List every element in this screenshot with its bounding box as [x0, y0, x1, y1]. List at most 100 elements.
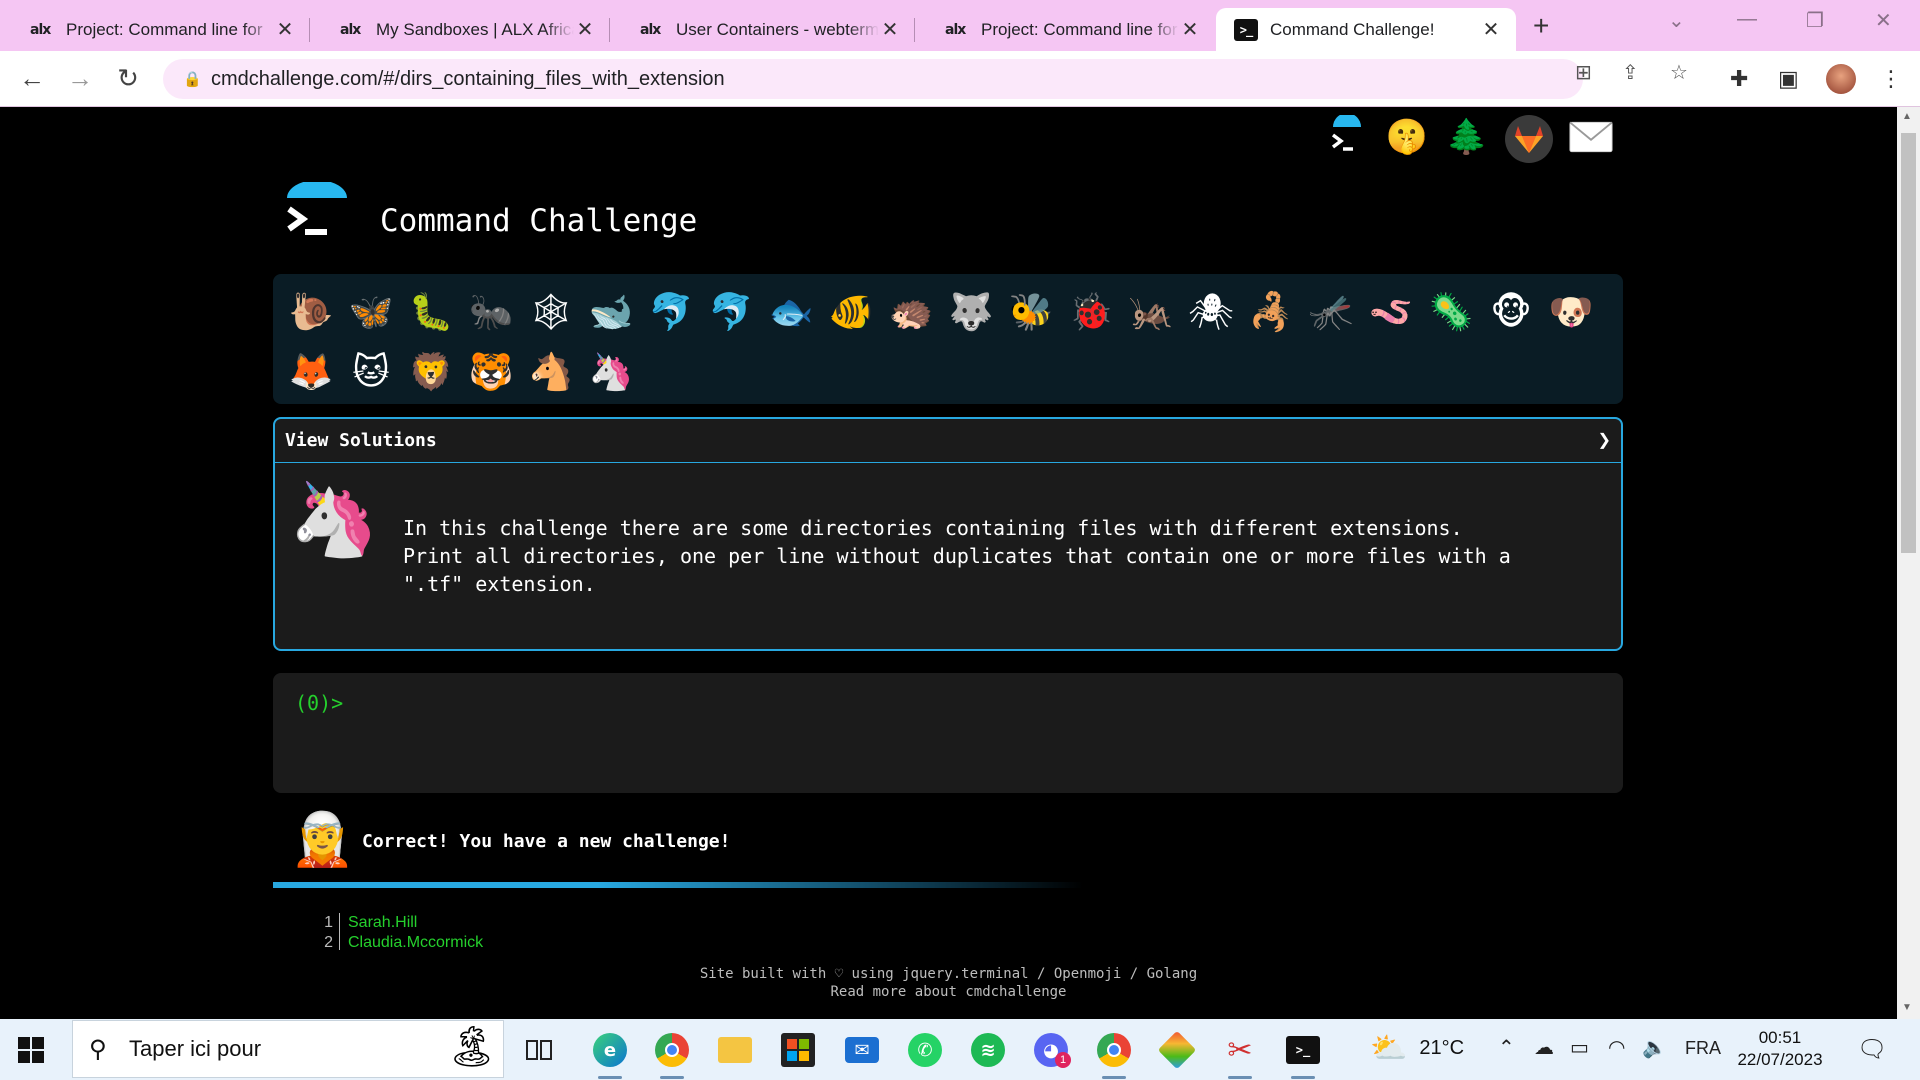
output-value: Sarah.Hill	[348, 914, 418, 931]
animal-icon[interactable]: 🐵	[1481, 282, 1541, 342]
weather-widget[interactable]: ⛅ 21°C	[1370, 1031, 1464, 1066]
scroll-down-icon[interactable]: ▼	[1902, 1002, 1912, 1013]
onedrive-cloud-icon[interactable]: ☁	[1534, 1035, 1554, 1060]
animal-icon[interactable]: 🦄	[581, 342, 641, 402]
animal-icon[interactable]: 🐛	[401, 282, 461, 342]
reload-icon[interactable]: ↻	[110, 63, 146, 94]
extensions-icon[interactable]: ✚	[1730, 66, 1748, 92]
animal-icon[interactable]: 🦟	[1301, 282, 1361, 342]
file-explorer-icon[interactable]	[715, 1030, 755, 1070]
animal-icon[interactable]: 🦁	[401, 342, 461, 402]
notification-center-icon[interactable]: 🗨	[1857, 1035, 1887, 1064]
animal-icon[interactable]: 🦠	[1421, 282, 1481, 342]
unicorn-icon: 🦄	[289, 480, 379, 560]
translate-icon[interactable]: ⊞	[1575, 60, 1592, 85]
animal-icon[interactable]: 🕸	[521, 282, 581, 342]
chrome-icon[interactable]	[652, 1030, 692, 1079]
view-solutions-label[interactable]: View Solutions	[285, 430, 437, 451]
volume-icon[interactable]: 🔈	[1642, 1035, 1667, 1060]
animal-icon[interactable]: 🦂	[1241, 282, 1301, 342]
close-tab-icon[interactable]: ✕	[1480, 17, 1502, 42]
discord-icon[interactable]: ◕ 1	[1031, 1030, 1071, 1070]
footer-credits[interactable]: Site built with ♡ using jquery.terminal …	[0, 965, 1897, 983]
url-text[interactable]: cmdchallenge.com/#/dirs_containing_files…	[211, 68, 725, 91]
footer-about-link[interactable]: Read more about cmdchallenge	[0, 983, 1897, 1001]
animal-icon[interactable]: 🐺	[941, 282, 1001, 342]
windows-start-icon[interactable]	[18, 1037, 44, 1063]
animal-icon[interactable]: 🐝	[1001, 282, 1061, 342]
side-panel-icon[interactable]: ▣	[1778, 66, 1799, 92]
animal-icon[interactable]: 🦊	[281, 342, 341, 402]
edge-icon[interactable]: e	[590, 1030, 630, 1079]
share-icon[interactable]: ⇪	[1622, 60, 1639, 85]
animal-icon[interactable]: 🪱	[1361, 282, 1421, 342]
animal-icon[interactable]: 🐜	[461, 282, 521, 342]
bookmark-star-icon[interactable]: ☆	[1670, 60, 1688, 85]
close-tab-icon[interactable]: ✕	[879, 17, 901, 42]
restore-icon[interactable]: ❐	[1806, 8, 1824, 33]
mail-icon[interactable]: ✉	[842, 1030, 882, 1070]
forward-icon[interactable]: →	[62, 63, 98, 94]
envelope-icon[interactable]	[1569, 115, 1613, 159]
tree-icon[interactable]: 🌲	[1445, 115, 1489, 159]
close-tab-icon[interactable]: ✕	[574, 17, 596, 42]
animal-icon[interactable]: 🐠	[821, 282, 881, 342]
animal-icon[interactable]: 🐯	[461, 342, 521, 402]
animal-icon[interactable]: 🐶	[1541, 282, 1601, 342]
scrollbar-thumb[interactable]	[1901, 133, 1916, 553]
tab-project-command-line-2[interactable]: alx Project: Command line for ✕	[915, 8, 1215, 51]
terminal-icon[interactable]	[1325, 115, 1369, 159]
chevron-right-icon[interactable]: ❯	[1598, 428, 1611, 453]
tab-my-sandboxes[interactable]: alx My Sandboxes | ALX Africa ✕	[310, 8, 610, 51]
back-icon[interactable]: ←	[14, 63, 50, 94]
snipping-tool-icon[interactable]: ✂	[1220, 1030, 1260, 1079]
output-line: 1 Sarah.Hill	[320, 913, 720, 933]
terminal-input[interactable]: (0)>	[273, 673, 1623, 793]
microsoft-store-icon[interactable]	[778, 1030, 818, 1070]
system-clock[interactable]: 00:51 22/07/2023	[1730, 1027, 1830, 1071]
tab-title: Project: Command line for	[66, 19, 263, 39]
taskbar-search[interactable]: ⚲ Taper ici pour 🏝	[72, 1020, 504, 1078]
animal-icon[interactable]: 🦋	[341, 282, 401, 342]
animal-icon[interactable]: 🐌	[281, 282, 341, 342]
animal-icon[interactable]: 🐬	[641, 282, 701, 342]
battery-icon[interactable]: ▭	[1570, 1035, 1589, 1060]
animal-icon[interactable]: 🐋	[581, 282, 641, 342]
view-solutions-toggle[interactable]: View Solutions ❯	[275, 419, 1621, 463]
animal-icon[interactable]: 🐬	[701, 282, 761, 342]
terminal-app-icon[interactable]: >_	[1283, 1030, 1323, 1079]
language-indicator[interactable]: FRA	[1685, 1038, 1721, 1059]
animal-icon[interactable]: 🦗	[1121, 282, 1181, 342]
minimize-icon[interactable]: —	[1737, 8, 1757, 31]
git-icon[interactable]	[1157, 1030, 1197, 1070]
close-window-icon[interactable]: ✕	[1875, 8, 1892, 33]
gitlab-icon[interactable]	[1505, 115, 1553, 163]
task-view-icon[interactable]	[520, 1030, 560, 1070]
animal-icon[interactable]: 🐟	[761, 282, 821, 342]
whatsapp-icon[interactable]: ✆	[905, 1030, 945, 1070]
wifi-icon[interactable]: ◠	[1608, 1035, 1625, 1060]
animal-icon[interactable]: 🦔	[881, 282, 941, 342]
tab-project-command-line[interactable]: alx Project: Command line for ✕	[0, 8, 310, 51]
profile-avatar[interactable]	[1826, 64, 1856, 94]
close-tab-icon[interactable]: ✕	[1179, 17, 1201, 42]
new-tab-button[interactable]: +	[1533, 10, 1549, 42]
result-text: Correct! You have a new challenge!	[362, 830, 731, 852]
chevron-up-icon[interactable]: ⌃	[1498, 1035, 1515, 1060]
animal-icon[interactable]: 🐴	[521, 342, 581, 402]
menu-kebab-icon[interactable]: ⋮	[1880, 66, 1902, 92]
animal-icon[interactable]: 🐞	[1061, 282, 1121, 342]
tab-user-containers[interactable]: alx User Containers - webterm ✕	[610, 8, 915, 51]
shushing-face-icon[interactable]: 🤫	[1385, 115, 1429, 159]
close-tab-icon[interactable]: ✕	[274, 17, 296, 42]
tab-search-chevron-icon[interactable]: ⌄	[1668, 8, 1685, 33]
animal-icon[interactable]: 🕷	[1181, 282, 1241, 342]
animal-icon[interactable]: 🐱	[341, 342, 401, 402]
chrome-profile-icon[interactable]	[1094, 1030, 1134, 1079]
address-bar[interactable]: 🔒 cmdchallenge.com/#/dirs_containing_fil…	[163, 59, 1583, 99]
scroll-up-icon[interactable]: ▲	[1902, 111, 1912, 122]
spotify-icon[interactable]: ≋	[968, 1030, 1008, 1070]
page-scrollbar[interactable]: ▲ ▼	[1897, 107, 1920, 1019]
site-logo[interactable]	[285, 180, 349, 242]
tab-command-challenge[interactable]: >_ Command Challenge! ✕	[1216, 8, 1516, 51]
